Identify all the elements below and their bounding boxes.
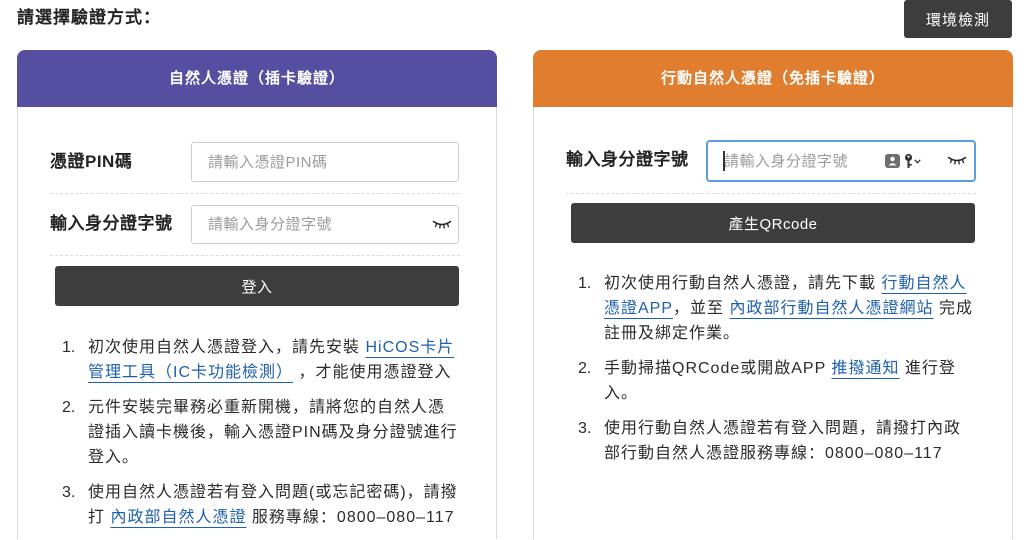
- instruction-item: 1. 初次使用自然人憑證登入，請先安裝 HiCOS卡片管理工具（IC卡功能檢測）…: [62, 335, 460, 385]
- card-reader-header: 自然人憑證（插卡驗證）: [17, 50, 497, 107]
- mobile-certificate-header: 行動自然人憑證（免插卡驗證）: [533, 50, 1013, 107]
- card-reader-title: 自然人憑證（插卡驗證）: [168, 70, 345, 87]
- page-title: 請選擇驗證方式：: [17, 8, 161, 27]
- instruction-text: 手動掃描QRCode或開啟APP: [604, 360, 832, 377]
- mobile-certificate-instructions: 1. 初次使用行動自然人憑證，請先下載 行動自然人憑證APP，並至 內政部行動自…: [578, 271, 975, 476]
- eye-closed-icon[interactable]: [947, 156, 967, 165]
- instruction-number: 3.: [62, 484, 76, 501]
- pin-field: [191, 142, 459, 182]
- instruction-number: 2.: [62, 399, 76, 416]
- instruction-text: ，才能使用憑證登入: [293, 364, 452, 381]
- instruction-item: 2. 手動掃描QRCode或開啟APP 推撥通知 進行登入。: [578, 356, 975, 406]
- password-manager-icon[interactable]: [885, 154, 900, 168]
- mobile-id-number-label: 輸入身分證字號: [566, 150, 689, 169]
- mobile-certificate-card: 行動自然人憑證（免插卡驗證） 輸入身分證字號 產生QRcode 1. 初次使用行…: [533, 50, 1013, 539]
- chevron-down-icon[interactable]: [914, 159, 921, 164]
- divider: [50, 193, 460, 194]
- instruction-number: 1.: [578, 275, 592, 292]
- key-icon[interactable]: [904, 153, 913, 169]
- instruction-number: 3.: [578, 420, 592, 437]
- instruction-number: 2.: [578, 360, 592, 377]
- instruction-item: 2. 元件安裝完畢務必重新開機，請將您的自然人憑證插入讀卡機後，輸入憑證PIN碼…: [62, 395, 460, 470]
- moi-certificate-link[interactable]: 內政部自然人憑證: [110, 509, 246, 526]
- card-reader-instructions: 1. 初次使用自然人憑證登入，請先安裝 HiCOS卡片管理工具（IC卡功能檢測）…: [62, 335, 460, 540]
- instruction-text: 初次使用行動自然人憑證，請先下載: [604, 275, 882, 292]
- id-number-field: [191, 205, 459, 244]
- text-caret: [723, 151, 725, 171]
- instruction-text: 初次使用自然人憑證登入，請先安裝: [88, 339, 366, 356]
- moi-mobile-certificate-site-link[interactable]: 內政部行動自然人憑證網站: [729, 300, 933, 317]
- mobile-id-number-input[interactable]: [706, 140, 976, 182]
- instruction-number: 1.: [62, 339, 76, 356]
- generate-qrcode-button[interactable]: 產生QRcode: [571, 203, 975, 243]
- id-number-input[interactable]: [191, 205, 459, 244]
- push-notification-link[interactable]: 推撥通知: [831, 360, 899, 377]
- login-button[interactable]: 登入: [55, 266, 459, 306]
- mobile-certificate-body: 輸入身分證字號 產生QRcode 1. 初次使用行動自然人憑證，請先下載 行動自…: [533, 107, 1013, 539]
- instruction-text: 服務專線：0800–080–117: [246, 509, 455, 526]
- instruction-text: 使用行動自然人憑證若有登入問題，請撥打內政部行動自然人憑證服務專線：0800–0…: [604, 420, 962, 462]
- instruction-item: 1. 初次使用行動自然人憑證，請先下載 行動自然人憑證APP，並至 內政部行動自…: [578, 271, 975, 346]
- instruction-item: 3. 使用自然人憑證若有登入問題(或忘記密碼)，請撥打 內政部自然人憑證 服務專…: [62, 480, 460, 530]
- divider: [566, 193, 976, 194]
- mobile-id-number-field: [706, 140, 976, 182]
- instruction-text: 元件安裝完畢務必重新開機，請將您的自然人憑證插入讀卡機後，輸入憑證PIN碼及身分…: [88, 399, 458, 466]
- pin-input[interactable]: [191, 142, 459, 182]
- card-reader-body: 憑證PIN碼 輸入身分證字號 登入 1. 初次使用自然人憑證登入，請先安裝 Hi…: [17, 107, 497, 539]
- card-reader-login-card: 自然人憑證（插卡驗證） 憑證PIN碼 輸入身分證字號 登入 1. 初次使用自然人…: [17, 50, 497, 539]
- environment-check-button[interactable]: 環境檢測: [904, 0, 1012, 38]
- divider: [50, 255, 460, 256]
- instruction-item: 3. 使用行動自然人憑證若有登入問題，請撥打內政部行動自然人憑證服務專線：080…: [578, 416, 975, 466]
- instruction-text: ，並至: [673, 300, 730, 317]
- pin-label: 憑證PIN碼: [50, 152, 133, 171]
- eye-closed-icon[interactable]: [432, 220, 452, 229]
- id-number-label: 輸入身分證字號: [50, 214, 173, 233]
- mobile-certificate-title: 行動自然人憑證（免插卡驗證）: [660, 70, 885, 87]
